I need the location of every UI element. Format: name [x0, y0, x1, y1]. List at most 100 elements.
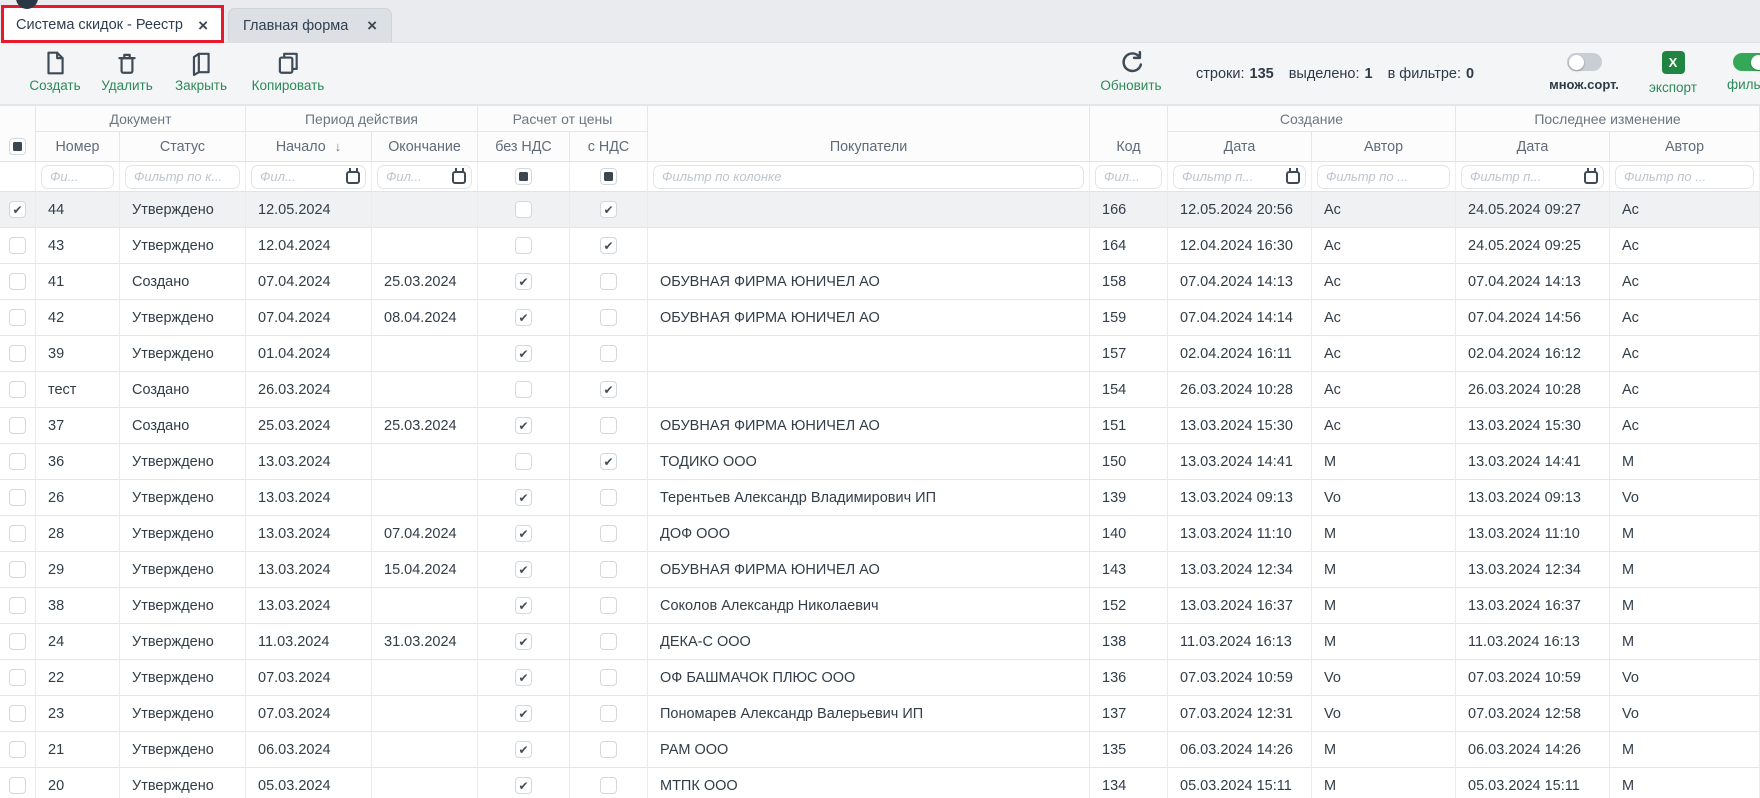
- close-button[interactable]: Закрыть: [170, 50, 232, 93]
- delete-button[interactable]: Удалить: [96, 50, 158, 93]
- row-select-checkbox[interactable]: [9, 777, 26, 794]
- column-header-modified-author[interactable]: Автор: [1610, 132, 1760, 162]
- vat-checkbox[interactable]: [600, 309, 617, 326]
- vat-checkbox[interactable]: [600, 633, 617, 650]
- tab-main-form[interactable]: Главная форма ×: [228, 8, 392, 42]
- filter-input-code[interactable]: [1095, 165, 1162, 189]
- filter-input-buyers[interactable]: [653, 165, 1084, 189]
- no-vat-checkbox[interactable]: [515, 705, 532, 722]
- multisort-toggle[interactable]: [1567, 53, 1602, 71]
- table-row[interactable]: 23Утверждено07.03.2024Пономарев Александ…: [0, 696, 1760, 732]
- column-header-code[interactable]: Код: [1090, 132, 1168, 162]
- column-header-status[interactable]: Статус: [120, 132, 246, 162]
- no-vat-checkbox[interactable]: [515, 633, 532, 650]
- row-select-checkbox[interactable]: [9, 381, 26, 398]
- export-button[interactable]: X экспорт: [1645, 51, 1701, 95]
- vat-checkbox[interactable]: [600, 453, 617, 470]
- no-vat-checkbox[interactable]: [515, 237, 532, 254]
- row-select-checkbox[interactable]: [9, 417, 26, 434]
- copy-button[interactable]: Копировать: [246, 50, 330, 93]
- no-vat-checkbox[interactable]: [515, 201, 532, 218]
- no-vat-checkbox[interactable]: [515, 345, 532, 362]
- calendar-icon[interactable]: [452, 171, 466, 184]
- column-header-no-vat[interactable]: без НДС: [478, 132, 570, 162]
- tab-discount-system-registry[interactable]: Система скидок - Реестр ×: [2, 8, 222, 42]
- filter-no-vat-checkbox[interactable]: [515, 168, 532, 185]
- column-header-created-date[interactable]: Дата: [1168, 132, 1312, 162]
- no-vat-checkbox[interactable]: [515, 381, 532, 398]
- column-header-start-date[interactable]: Начало↓: [246, 132, 372, 162]
- row-select-checkbox[interactable]: [9, 273, 26, 290]
- column-header-number[interactable]: Номер: [36, 132, 120, 162]
- vat-checkbox[interactable]: [600, 525, 617, 542]
- no-vat-checkbox[interactable]: [515, 741, 532, 758]
- calendar-icon[interactable]: [346, 171, 360, 184]
- row-select-checkbox[interactable]: [9, 489, 26, 506]
- row-select-checkbox[interactable]: [9, 237, 26, 254]
- filter-input-number[interactable]: [41, 165, 114, 189]
- row-select-checkbox[interactable]: [9, 309, 26, 326]
- row-select-checkbox[interactable]: [9, 705, 26, 722]
- table-row[interactable]: 29Утверждено13.03.202415.04.2024ОБУВНАЯ …: [0, 552, 1760, 588]
- create-button[interactable]: Создать: [24, 50, 86, 93]
- no-vat-checkbox[interactable]: [515, 597, 532, 614]
- table-row[interactable]: 24Утверждено11.03.202431.03.2024ДЕКА-С О…: [0, 624, 1760, 660]
- column-header-buyers[interactable]: Покупатели: [648, 132, 1090, 162]
- no-vat-checkbox[interactable]: [515, 417, 532, 434]
- filter-input-created-author[interactable]: [1317, 165, 1450, 189]
- row-select-checkbox[interactable]: [9, 345, 26, 362]
- table-row[interactable]: 43Утверждено12.04.202416412.04.2024 16:3…: [0, 228, 1760, 264]
- no-vat-checkbox[interactable]: [515, 309, 532, 326]
- table-row[interactable]: 37Создано25.03.202425.03.2024ОБУВНАЯ ФИР…: [0, 408, 1760, 444]
- row-select-checkbox[interactable]: [9, 669, 26, 686]
- vat-checkbox[interactable]: [600, 669, 617, 686]
- vat-checkbox[interactable]: [600, 237, 617, 254]
- table-row[interactable]: 39Утверждено01.04.202415702.04.2024 16:1…: [0, 336, 1760, 372]
- column-header-created-author[interactable]: Автор: [1312, 132, 1456, 162]
- row-select-checkbox[interactable]: [9, 741, 26, 758]
- table-row[interactable]: 21Утверждено06.03.2024РАМ ООО13506.03.20…: [0, 732, 1760, 768]
- no-vat-checkbox[interactable]: [515, 453, 532, 470]
- vat-checkbox[interactable]: [600, 345, 617, 362]
- table-row[interactable]: 42Утверждено07.04.202408.04.2024ОБУВНАЯ …: [0, 300, 1760, 336]
- row-select-checkbox[interactable]: [9, 561, 26, 578]
- filter-input-modified-date[interactable]: [1461, 165, 1604, 189]
- no-vat-checkbox[interactable]: [515, 489, 532, 506]
- tab-close-icon[interactable]: ×: [367, 17, 377, 34]
- vat-checkbox[interactable]: [600, 705, 617, 722]
- no-vat-checkbox[interactable]: [515, 525, 532, 542]
- table-row[interactable]: 22Утверждено07.03.2024ОФ БАШМАЧОК ПЛЮС О…: [0, 660, 1760, 696]
- row-select-checkbox[interactable]: [9, 633, 26, 650]
- row-select-checkbox[interactable]: [9, 597, 26, 614]
- table-row[interactable]: 44Утверждено12.05.202416612.05.2024 20:5…: [0, 192, 1760, 228]
- filter-input-status[interactable]: [125, 165, 240, 189]
- row-select-checkbox[interactable]: [9, 453, 26, 470]
- table-row[interactable]: 20Утверждено05.03.2024МТПК ООО13405.03.2…: [0, 768, 1760, 798]
- row-select-checkbox[interactable]: [9, 201, 26, 218]
- filter-input-modified-author[interactable]: [1615, 165, 1754, 189]
- vat-checkbox[interactable]: [600, 417, 617, 434]
- row-select-checkbox[interactable]: [9, 525, 26, 542]
- vat-checkbox[interactable]: [600, 777, 617, 794]
- column-header-end-date[interactable]: Окончание: [372, 132, 478, 162]
- calendar-icon[interactable]: [1584, 171, 1598, 184]
- vat-checkbox[interactable]: [600, 273, 617, 290]
- table-row[interactable]: 36Утверждено13.03.2024ТОДИКО ООО15013.03…: [0, 444, 1760, 480]
- filter-vat-checkbox[interactable]: [600, 168, 617, 185]
- vat-checkbox[interactable]: [600, 597, 617, 614]
- table-row[interactable]: 41Создано07.04.202425.03.2024ОБУВНАЯ ФИР…: [0, 264, 1760, 300]
- calendar-icon[interactable]: [1286, 171, 1300, 184]
- table-row[interactable]: 28Утверждено13.03.202407.04.2024ДОФ ООО1…: [0, 516, 1760, 552]
- refresh-button[interactable]: Обновить: [1093, 50, 1169, 93]
- table-row[interactable]: 38Утверждено13.03.2024Соколов Александр …: [0, 588, 1760, 624]
- column-header-vat[interactable]: с НДС: [570, 132, 648, 162]
- vat-checkbox[interactable]: [600, 201, 617, 218]
- no-vat-checkbox[interactable]: [515, 669, 532, 686]
- vat-checkbox[interactable]: [600, 561, 617, 578]
- vat-checkbox[interactable]: [600, 381, 617, 398]
- select-all-checkbox[interactable]: [9, 138, 26, 155]
- no-vat-checkbox[interactable]: [515, 561, 532, 578]
- filter-toggle[interactable]: [1733, 53, 1760, 71]
- vat-checkbox[interactable]: [600, 741, 617, 758]
- no-vat-checkbox[interactable]: [515, 777, 532, 794]
